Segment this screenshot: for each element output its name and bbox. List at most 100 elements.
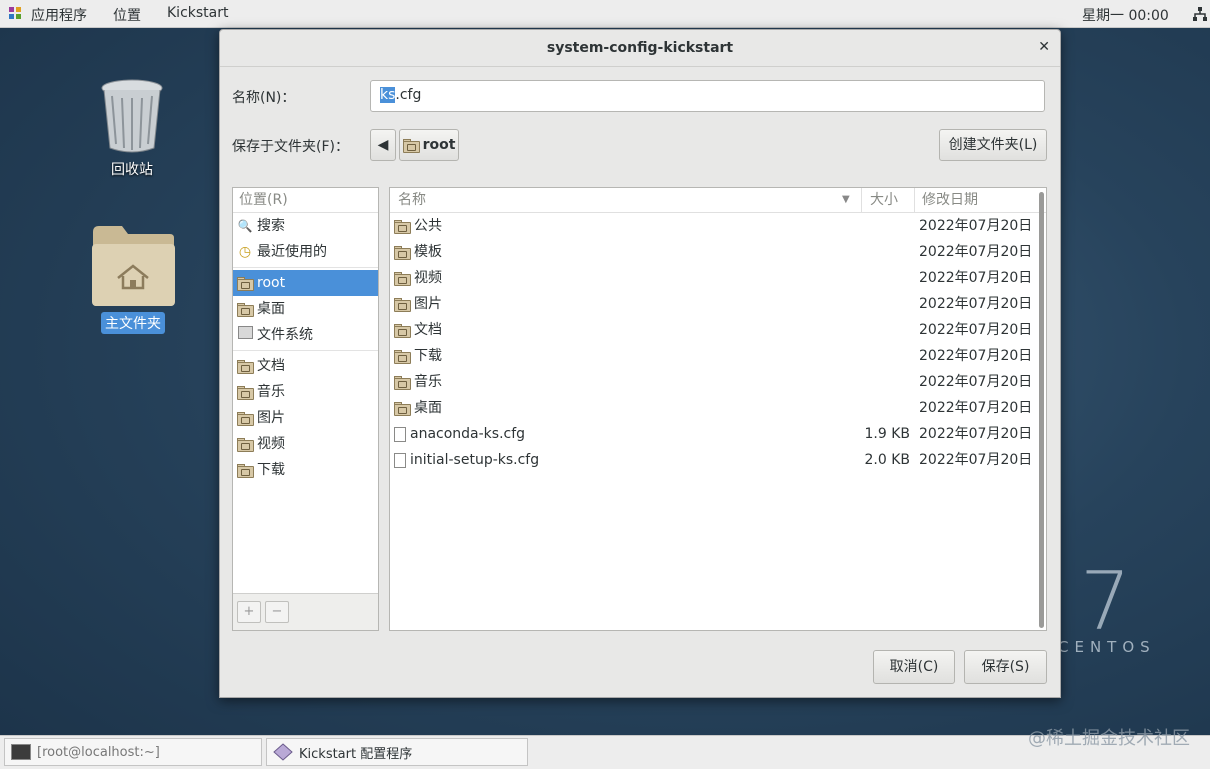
file-name: 视频 bbox=[414, 270, 442, 286]
kickstart-app-menu[interactable]: Kickstart bbox=[167, 5, 228, 21]
place-label: 文档 bbox=[257, 358, 285, 374]
sort-down-icon: ▼ bbox=[842, 194, 850, 205]
folder-icon bbox=[394, 323, 411, 338]
column-divider bbox=[914, 188, 915, 212]
file-name-cell: 公共 bbox=[394, 213, 442, 239]
network-icon[interactable] bbox=[1192, 6, 1208, 22]
home-folder-label: 主文件夹 bbox=[101, 312, 165, 334]
clock[interactable]: 星期一 00:00 bbox=[1082, 5, 1169, 25]
column-size-header[interactable]: 大小 bbox=[870, 188, 898, 212]
file-row[interactable]: anaconda-ks.cfg 1.9 KB 2022年07月20日 bbox=[390, 421, 1046, 447]
close-icon[interactable]: ✕ bbox=[1038, 39, 1050, 55]
text-file-icon bbox=[394, 426, 406, 442]
file-name: initial-setup-ks.cfg bbox=[410, 452, 540, 468]
path-root-button[interactable]: root bbox=[399, 129, 459, 161]
file-name-cell: 模板 bbox=[394, 239, 442, 265]
file-name: 模板 bbox=[414, 244, 442, 260]
place-item[interactable]: 文件系统 bbox=[233, 322, 378, 348]
centos-logo-text: CENTOS bbox=[1058, 638, 1156, 656]
documents-folder-icon bbox=[237, 359, 254, 374]
applications-menu[interactable]: 应用程序 bbox=[31, 5, 87, 25]
place-item[interactable]: 桌面 bbox=[233, 296, 378, 322]
file-name-cell: 文档 bbox=[394, 317, 442, 343]
file-name-cell: 图片 bbox=[394, 291, 442, 317]
file-name: 公共 bbox=[414, 218, 442, 234]
file-row[interactable]: 下载 2022年07月20日 bbox=[390, 343, 1046, 369]
downloads-folder-icon bbox=[237, 463, 254, 478]
save-in-label: 保存于文件夹(F)： bbox=[232, 139, 349, 155]
file-row[interactable]: 视频 2022年07月20日 bbox=[390, 265, 1046, 291]
file-row[interactable]: initial-setup-ks.cfg 2.0 KB 2022年07月20日 bbox=[390, 447, 1046, 473]
place-item[interactable]: 视频 bbox=[233, 431, 378, 457]
trash-desktop-icon[interactable]: 回收站 bbox=[92, 78, 172, 180]
save-button[interactable]: 保存(S) bbox=[964, 650, 1047, 684]
scrollbar[interactable] bbox=[1039, 192, 1044, 628]
file-name: 下载 bbox=[414, 348, 442, 364]
file-name-cell: 视频 bbox=[394, 265, 442, 291]
filename-input[interactable]: ks.cfg bbox=[370, 80, 1045, 112]
file-size: 1.9 KB bbox=[864, 426, 911, 442]
folder-icon bbox=[394, 297, 411, 312]
column-name-header[interactable]: 名称 bbox=[398, 188, 426, 212]
file-row[interactable]: 桌面 2022年07月20日 bbox=[390, 395, 1046, 421]
file-modified: 2022年07月20日 bbox=[919, 322, 1033, 338]
place-item[interactable]: root bbox=[233, 270, 378, 296]
file-row[interactable]: 图片 2022年07月20日 bbox=[390, 291, 1046, 317]
place-item[interactable]: ◷ 最近使用的 bbox=[233, 239, 378, 265]
file-modified: 2022年07月20日 bbox=[919, 374, 1033, 390]
pictures-folder-icon bbox=[237, 411, 254, 426]
terminal-icon bbox=[11, 744, 31, 760]
place-item[interactable]: 下载 bbox=[233, 457, 378, 483]
file-modified: 2022年07月20日 bbox=[919, 244, 1033, 260]
recent-icon: ◷ bbox=[238, 244, 252, 260]
drive-icon bbox=[237, 322, 253, 348]
file-name-cell: 音乐 bbox=[394, 369, 442, 395]
home-folder-icon bbox=[402, 138, 420, 153]
home-desktop-icon[interactable]: 主文件夹 bbox=[88, 222, 178, 334]
place-label: 视频 bbox=[257, 436, 285, 452]
remove-bookmark-button[interactable]: − bbox=[265, 601, 289, 623]
places-menu[interactable]: 位置 bbox=[113, 5, 141, 25]
create-folder-button[interactable]: 创建文件夹(L) bbox=[939, 129, 1047, 161]
place-item[interactable]: 文档 bbox=[233, 353, 378, 379]
file-name: 图片 bbox=[414, 296, 442, 312]
place-item[interactable]: 图片 bbox=[233, 405, 378, 431]
cancel-button[interactable]: 取消(C) bbox=[873, 650, 955, 684]
watermark: @稀土掘金技术社区 bbox=[1028, 728, 1190, 749]
file-name: 文档 bbox=[414, 322, 442, 338]
place-item[interactable]: 音乐 bbox=[233, 379, 378, 405]
file-modified: 2022年07月20日 bbox=[919, 270, 1033, 286]
home-folder-icon bbox=[237, 276, 254, 291]
file-modified: 2022年07月20日 bbox=[919, 452, 1033, 468]
column-divider bbox=[861, 188, 862, 212]
places-header: 位置(R) bbox=[233, 188, 378, 213]
applications-menu-icon bbox=[9, 7, 21, 19]
taskbar-kickstart[interactable]: Kickstart 配置程序 bbox=[266, 738, 528, 766]
file-row[interactable]: 音乐 2022年07月20日 bbox=[390, 369, 1046, 395]
home-folder-icon bbox=[92, 226, 175, 306]
folder-icon bbox=[394, 271, 411, 286]
file-row[interactable]: 模板 2022年07月20日 bbox=[390, 239, 1046, 265]
add-bookmark-button[interactable]: + bbox=[237, 601, 261, 623]
file-list-header: 名称 ▼ 大小 修改日期 bbox=[390, 188, 1046, 213]
path-back-button[interactable]: ◀ bbox=[370, 129, 396, 161]
place-item[interactable]: 🔍 搜索 bbox=[233, 213, 378, 239]
terminal-task-label: [root@localhost:~] bbox=[37, 744, 160, 760]
music-folder-icon bbox=[237, 385, 254, 400]
file-row[interactable]: 文档 2022年07月20日 bbox=[390, 317, 1046, 343]
centos-logo-number: 7 bbox=[1080, 555, 1131, 648]
search-icon: 🔍 bbox=[237, 219, 253, 233]
file-row[interactable]: 公共 2022年07月20日 bbox=[390, 213, 1046, 239]
name-label: 名称(N)： bbox=[232, 90, 296, 106]
place-label: 音乐 bbox=[257, 384, 285, 400]
place-label: 图片 bbox=[257, 410, 285, 426]
column-modified-header[interactable]: 修改日期 bbox=[922, 188, 978, 212]
file-name-cell: 桌面 bbox=[394, 395, 442, 421]
taskbar-terminal[interactable]: [root@localhost:~] bbox=[4, 738, 262, 766]
places-footer: + − bbox=[233, 593, 378, 630]
file-modified: 2022年07月20日 bbox=[919, 400, 1033, 416]
file-modified: 2022年07月20日 bbox=[919, 426, 1033, 442]
kickstart-task-label: Kickstart 配置程序 bbox=[299, 746, 413, 762]
file-name: 桌面 bbox=[414, 400, 442, 416]
file-name: anaconda-ks.cfg bbox=[410, 426, 526, 442]
